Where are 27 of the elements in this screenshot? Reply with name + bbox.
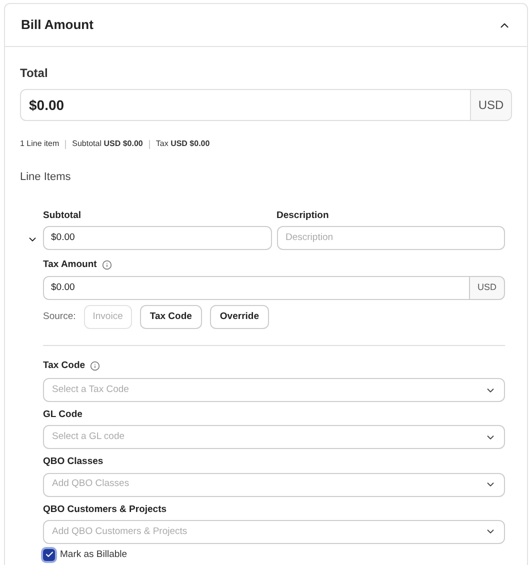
description-field[interactable]: Description bbox=[276, 226, 505, 250]
total-field[interactable]: $0.00 bbox=[20, 89, 471, 121]
checkbox-label: Mark as Billable bbox=[60, 548, 128, 562]
subtotal-field[interactable]: $0.00 bbox=[43, 226, 272, 250]
check-icon bbox=[44, 550, 54, 560]
source-label: Source: bbox=[43, 310, 76, 324]
field-label: Total bbox=[20, 65, 49, 82]
summary-text: 1 Line item bbox=[20, 138, 60, 150]
tax-amount-field[interactable]: $0.00 bbox=[43, 276, 470, 300]
field-label: Tax Code bbox=[43, 358, 86, 373]
field-label: QBO Classes bbox=[43, 455, 104, 470]
field-label: Tax Amount bbox=[43, 258, 97, 272]
currency-label: USD bbox=[471, 89, 512, 121]
field-label: QBO Customers & Projects bbox=[43, 502, 167, 516]
section-label: Line Items bbox=[20, 170, 72, 185]
field-label: GL Code bbox=[43, 408, 82, 422]
field-label: Description bbox=[276, 208, 330, 222]
source-button[interactable]: Tax Code bbox=[140, 304, 202, 329]
source-button[interactable]: Override bbox=[210, 304, 269, 329]
summary-text: Tax USD $0.00 bbox=[156, 138, 210, 150]
section-header[interactable]: Bill Amount bbox=[5, 4, 527, 47]
billable-checkbox[interactable] bbox=[43, 548, 55, 561]
info-icon bbox=[102, 260, 112, 270]
currency-label: USD bbox=[470, 276, 505, 300]
field-label: Subtotal bbox=[43, 208, 82, 222]
summary-text: Subtotal USD $0.00 bbox=[72, 138, 143, 150]
info-icon bbox=[90, 360, 100, 371]
